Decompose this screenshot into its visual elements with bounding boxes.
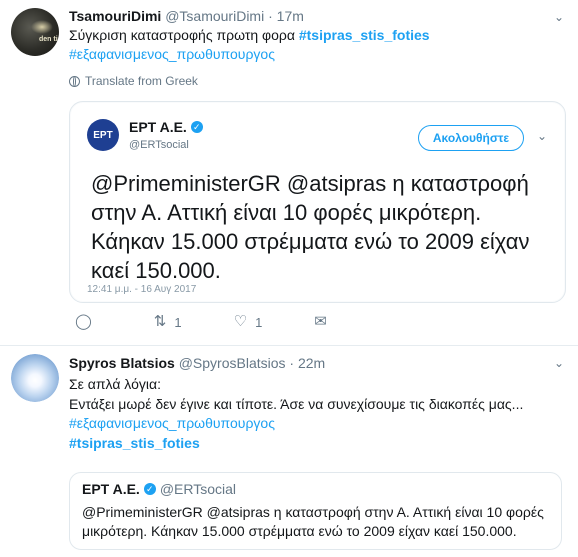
translate-link[interactable]: Translate from Greek	[69, 74, 198, 88]
author-handle[interactable]: @SpyrosBlatsios	[179, 355, 286, 371]
reply-icon: ◯	[75, 313, 92, 330]
avatar[interactable]: den ti	[11, 8, 59, 56]
tweet-header: Spyros Blatsios @SpyrosBlatsios · 22m	[69, 354, 325, 372]
quoted-author: ΕΡΤ Α.Ε. ✓ @ERTsocial	[82, 481, 236, 497]
like-count: 1	[255, 314, 263, 330]
avatar[interactable]	[11, 354, 59, 402]
tweet-time[interactable]: 17m	[277, 8, 304, 24]
tweet-header: TsamouriDimi @TsamouriDimi · 17m	[69, 7, 304, 25]
retweet-icon: ⇅	[153, 313, 167, 330]
quoted-tweet-text: @PrimeministerGR @atsipras η καταστροφή …	[82, 504, 544, 539]
hashtag-link[interactable]: #εξαφανισμενος_πρωθυπουργος	[69, 415, 275, 431]
tweet-time[interactable]: 22m	[298, 355, 325, 371]
avatar-photo	[31, 20, 53, 34]
chevron-down-icon[interactable]: ⌄	[554, 10, 564, 24]
tweet-text-line-2: #εξαφανισμενος_πρωθυπουργος	[69, 45, 275, 64]
hashtag-link[interactable]: #tsipras_stis_foties	[69, 435, 200, 451]
direct-message-button[interactable]: ✉	[314, 314, 327, 330]
quoted-tweet[interactable]: ΕΡΤ Α.Ε. ✓ @ERTsocial @PrimeministerGR @…	[69, 472, 562, 550]
card-author-name: ΕΡΤ Α.Ε.	[129, 119, 187, 135]
chevron-down-icon: ⌄	[537, 129, 548, 143]
verified-badge-icon: ✓	[190, 121, 203, 133]
avatar-photo	[11, 354, 59, 402]
quoted-author-handle: @ERTsocial	[159, 481, 237, 497]
card-tweet-text: @PrimeministerGR @atsipras η καταστροφή …	[91, 171, 530, 283]
verified-badge-icon: ✓	[143, 483, 156, 495]
ert-logo: ΕΡΤ	[87, 119, 119, 151]
hashtag-link[interactable]: #εξαφανισμενος_πρωθυπουργος	[69, 46, 275, 62]
tweet-text-line-4: #tsipras_stis_foties	[69, 434, 200, 453]
retweet-count: 1	[174, 314, 182, 330]
hashtag-link[interactable]: #tsipras_stis_foties	[299, 27, 430, 43]
follow-button: Ακολουθήστε	[418, 125, 524, 151]
tweet-text: Σύγκριση καταστροφής πρωτη φορα #tsipras…	[69, 26, 430, 45]
heart-icon: ♡	[233, 313, 248, 330]
tweet-actions: ◯ ⇅ 1 ♡ 1 ✉	[69, 314, 327, 330]
tweet-text-line-2: Εντάξει μωρέ δεν έγινε και τίποτε. Άσε ν…	[69, 396, 524, 412]
globe-icon	[69, 75, 80, 87]
card-author-handle: @ERTsocial	[129, 139, 189, 151]
chevron-down-icon[interactable]: ⌄	[554, 356, 564, 370]
tweet-text-line-3: #εξαφανισμενος_πρωθυπουργος	[69, 414, 275, 433]
envelope-icon: ✉	[314, 313, 327, 330]
author-name[interactable]: Spyros Blatsios	[69, 355, 175, 371]
embedded-tweet-image[interactable]: ΕΡΤ ΕΡΤ Α.Ε. ✓ @ERTsocial Ακολουθήστε ⌄ …	[69, 101, 566, 303]
tweet-text-line-1: Σε απλά λόγια:	[69, 376, 161, 392]
tweet-1[interactable]: den ti TsamouriDimi @TsamouriDimi · 17m …	[0, 0, 578, 346]
card-timestamp: 12:41 μ.μ. - 16 Αυγ 2017	[87, 284, 197, 295]
translate-label: Translate from Greek	[85, 74, 198, 88]
avatar-photo-text: den ti	[39, 36, 58, 43]
separator: ·	[268, 8, 273, 24]
quoted-author-name: ΕΡΤ Α.Ε.	[82, 481, 140, 497]
tweet-text-body: Σύγκριση καταστροφής πρωτη φορα	[69, 27, 295, 43]
reply-button[interactable]: ◯	[75, 314, 92, 330]
like-button[interactable]: ♡ 1	[234, 314, 263, 330]
retweet-button[interactable]: ⇅ 1	[154, 314, 182, 330]
separator: ·	[289, 355, 295, 371]
author-name[interactable]: TsamouriDimi	[69, 8, 161, 24]
author-handle[interactable]: @TsamouriDimi	[165, 8, 264, 24]
card-author: ΕΡΤ Α.Ε. ✓	[129, 119, 203, 135]
